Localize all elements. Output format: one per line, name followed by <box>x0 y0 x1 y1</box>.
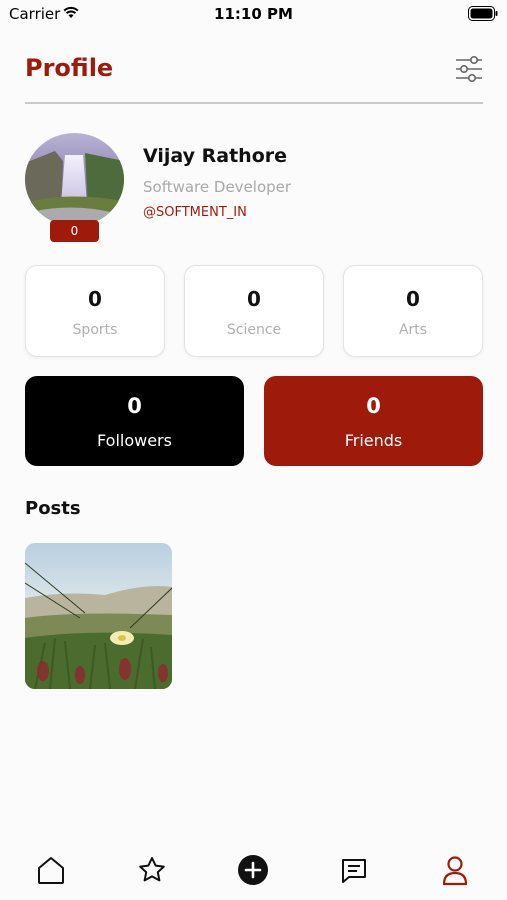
sliders-icon <box>456 55 482 82</box>
battery-icon <box>468 6 498 21</box>
followers-card[interactable]: 0 Followers <box>25 376 244 466</box>
avatar-waterfall-image <box>25 133 124 226</box>
tab-profile[interactable] <box>438 853 472 887</box>
friends-card[interactable]: 0 Friends <box>264 376 483 466</box>
friends-count: 0 <box>366 394 381 418</box>
page-title: Profile <box>25 54 114 82</box>
tab-home[interactable] <box>34 853 68 887</box>
avatar-badge: 0 <box>50 220 99 242</box>
avatar[interactable] <box>25 133 124 226</box>
arts-label: Arts <box>398 322 428 338</box>
status-bar: Carrier 11:10 PM <box>0 0 507 30</box>
filter-settings-button[interactable] <box>454 54 484 84</box>
posts-title: Posts <box>25 498 81 519</box>
sports-label: Sports <box>72 322 118 338</box>
followers-count: 0 <box>127 394 142 418</box>
post-thumbnail[interactable] <box>25 543 172 689</box>
clock: 11:10 PM <box>214 5 293 23</box>
header-divider <box>25 102 483 104</box>
user-name: Vijay Rathore <box>143 145 288 167</box>
science-label: Science <box>226 322 282 338</box>
add-icon <box>238 855 268 885</box>
star-icon <box>139 857 165 882</box>
chat-icon <box>342 859 366 883</box>
arts-count: 0 <box>406 287 420 311</box>
user-handle[interactable]: @SOFTMENT_IN <box>143 205 247 220</box>
followers-label: Followers <box>97 431 172 450</box>
arts-card[interactable]: 0 Arts <box>343 265 483 357</box>
user-role: Software Developer <box>143 178 292 196</box>
science-count: 0 <box>247 287 261 311</box>
tab-messages[interactable] <box>337 853 371 887</box>
profile-icon <box>442 856 468 886</box>
sports-card[interactable]: 0 Sports <box>25 265 165 357</box>
science-card[interactable]: 0 Science <box>184 265 324 357</box>
home-icon <box>38 857 64 884</box>
sports-count: 0 <box>88 287 102 311</box>
friends-label: Friends <box>344 431 403 450</box>
tab-favorites[interactable] <box>135 853 169 887</box>
tab-add[interactable] <box>236 853 270 887</box>
post-flower-image <box>25 543 172 689</box>
